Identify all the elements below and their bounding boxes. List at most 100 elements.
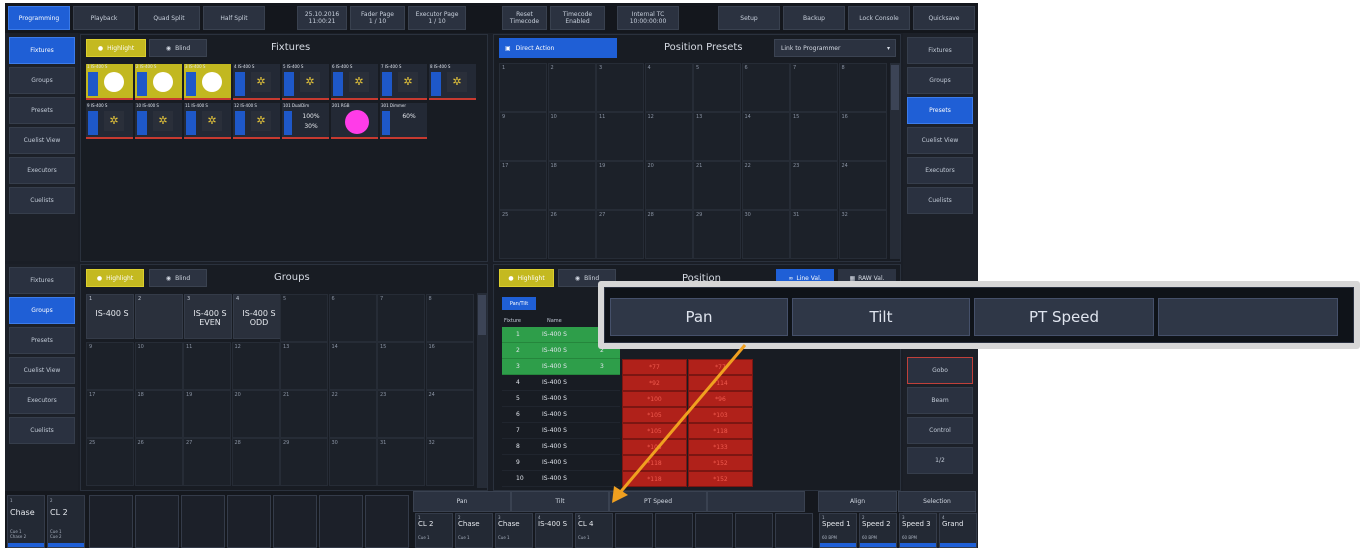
- tab-pan-tilt[interactable]: Pan/Tilt: [502, 297, 536, 310]
- fixture-tile[interactable]: 7 IS-400 S ✲: [380, 64, 427, 100]
- pt-speed-button[interactable]: PT Speed: [609, 491, 707, 512]
- sidebar-item-fixtures[interactable]: Fixtures: [9, 267, 75, 294]
- group-cell[interactable]: 25: [86, 438, 134, 486]
- table-row[interactable]: 5 IS-400 S: [502, 391, 620, 407]
- group-cell[interactable]: 19: [183, 390, 231, 438]
- group-cell[interactable]: 16: [425, 342, 474, 390]
- selection-button[interactable]: Selection: [898, 491, 976, 512]
- group-tile[interactable]: 1 IS-400 S: [86, 294, 134, 339]
- scrollbar[interactable]: [890, 63, 900, 259]
- empty-executor[interactable]: [655, 513, 693, 548]
- sidebar-item-executors[interactable]: Executors: [9, 387, 75, 414]
- fixture-tile[interactable]: 6 IS-400 S ✲: [331, 64, 378, 100]
- sidebar-item-executors[interactable]: Executors: [907, 157, 973, 184]
- tilt-value-cell[interactable]: *152: [688, 471, 753, 487]
- sidebar-item-groups[interactable]: Groups: [9, 67, 75, 94]
- topbar-button[interactable]: Quicksave: [913, 6, 975, 30]
- topbar-button[interactable]: Setup: [718, 6, 780, 30]
- preset-cell[interactable]: 17: [499, 161, 547, 210]
- fixture-tile[interactable]: 5 IS-400 S ✲: [282, 64, 329, 100]
- topbar-button[interactable]: Quad Split: [138, 6, 200, 30]
- group-cell[interactable]: 32: [425, 438, 474, 486]
- preset-cell[interactable]: 24: [838, 161, 887, 210]
- topbar-button[interactable]: Executor Page 1 / 10: [408, 6, 466, 30]
- empty-executor[interactable]: [615, 513, 653, 548]
- tilt-value-cell[interactable]: *152: [688, 455, 753, 471]
- pan-value-cell[interactable]: *118: [622, 455, 687, 471]
- sidebar-item-control[interactable]: Control: [907, 417, 973, 444]
- sidebar-item-groups[interactable]: Groups: [9, 297, 75, 324]
- preset-cell[interactable]: 7: [790, 63, 838, 112]
- empty-executor[interactable]: [89, 495, 133, 548]
- group-cell[interactable]: 24: [425, 390, 474, 438]
- preset-cell[interactable]: 21: [693, 161, 741, 210]
- empty-executor[interactable]: [227, 495, 271, 548]
- group-cell[interactable]: 21: [280, 390, 328, 438]
- callout-pan-button[interactable]: Pan: [610, 298, 788, 336]
- sidebar-item-beam[interactable]: Beam: [907, 387, 973, 414]
- topbar-button[interactable]: Internal TC 10:00:00:00: [617, 6, 679, 30]
- blind-button[interactable]: ◉ Blind: [149, 39, 207, 57]
- table-row[interactable]: 3 IS-400 S 3: [502, 359, 620, 375]
- group-cell[interactable]: 14: [328, 342, 377, 390]
- preset-cell[interactable]: 22: [741, 161, 790, 210]
- preset-cell[interactable]: 1: [499, 63, 547, 112]
- fixture-tile[interactable]: 10 IS-400 S ✲: [135, 103, 182, 139]
- group-cell[interactable]: 5: [280, 294, 328, 342]
- preset-cell[interactable]: 23: [790, 161, 838, 210]
- highlight-button[interactable]: ● Highlight: [86, 269, 144, 287]
- tilt-value-cell[interactable]: *114: [688, 375, 753, 391]
- tilt-value-cell[interactable]: *77: [688, 359, 753, 375]
- topbar-button[interactable]: Programming: [8, 6, 70, 30]
- preset-cell[interactable]: 5: [693, 63, 741, 112]
- executor[interactable]: 3 Chase Cue 1: [495, 513, 533, 548]
- topbar-button[interactable]: Half Split: [203, 6, 265, 30]
- table-row[interactable]: 4 IS-400 S: [502, 375, 620, 391]
- topbar-button[interactable]: Reset Timecode: [502, 6, 547, 30]
- group-cell[interactable]: 13: [280, 342, 328, 390]
- group-cell[interactable]: 18: [134, 390, 183, 438]
- table-row[interactable]: 10 IS-400 S: [502, 471, 620, 487]
- direct-action-button[interactable]: ▣ Direct Action: [499, 38, 617, 58]
- preset-cell[interactable]: 10: [547, 112, 596, 161]
- scrollbar-thumb[interactable]: [478, 295, 486, 335]
- executor[interactable]: 2 Chase Cue 1: [455, 513, 493, 548]
- group-cell[interactable]: 31: [377, 438, 425, 486]
- empty-executor[interactable]: [365, 495, 409, 548]
- group-cell[interactable]: 15: [377, 342, 425, 390]
- preset-cell[interactable]: 31: [790, 210, 838, 259]
- speed-executor[interactable]: 2 Speed 2 60 BPM: [859, 513, 897, 548]
- pan-value-cell[interactable]: *105: [622, 423, 687, 439]
- preset-cell[interactable]: 32: [838, 210, 887, 259]
- sidebar-item-1-2[interactable]: 1/2: [907, 447, 973, 474]
- preset-cell[interactable]: 3: [596, 63, 644, 112]
- tilt-value-cell[interactable]: *103: [688, 407, 753, 423]
- fixture-tile[interactable]: 2 IS-400 S: [135, 64, 182, 100]
- sidebar-item-presets[interactable]: Presets: [907, 97, 973, 124]
- topbar-button[interactable]: Backup: [783, 6, 845, 30]
- group-cell[interactable]: 9: [86, 342, 134, 390]
- table-row[interactable]: 9 IS-400 S: [502, 455, 620, 471]
- pan-value-cell[interactable]: *105: [622, 407, 687, 423]
- group-tile[interactable]: 4 IS-400 S ODD: [233, 294, 281, 339]
- table-row[interactable]: 6 IS-400 S: [502, 407, 620, 423]
- fixture-tile[interactable]: 301 Dimmer 60%: [380, 103, 427, 139]
- table-row[interactable]: 8 IS-400 S: [502, 439, 620, 455]
- align-button[interactable]: Align: [818, 491, 897, 512]
- empty-executor[interactable]: [735, 513, 773, 548]
- tilt-value-cell[interactable]: *96: [688, 391, 753, 407]
- callout-pt-speed-button[interactable]: PT Speed: [974, 298, 1154, 336]
- tilt-button[interactable]: Tilt: [511, 491, 609, 512]
- preset-cell[interactable]: 28: [644, 210, 693, 259]
- sidebar-item-cuelist-view[interactable]: Cuelist View: [9, 357, 75, 384]
- tilt-value-cell[interactable]: *133: [688, 439, 753, 455]
- table-row[interactable]: 7 IS-400 S: [502, 423, 620, 439]
- highlight-button[interactable]: ● Highlight: [86, 39, 146, 57]
- pan-value-cell[interactable]: *92: [622, 375, 687, 391]
- preset-cell[interactable]: 8: [838, 63, 887, 112]
- group-cell[interactable]: 23: [377, 390, 425, 438]
- empty-executor[interactable]: [181, 495, 225, 548]
- pan-value-cell[interactable]: *77: [622, 359, 687, 375]
- fixture-tile[interactable]: 3 IS-400 S: [184, 64, 231, 100]
- group-cell[interactable]: 28: [231, 438, 280, 486]
